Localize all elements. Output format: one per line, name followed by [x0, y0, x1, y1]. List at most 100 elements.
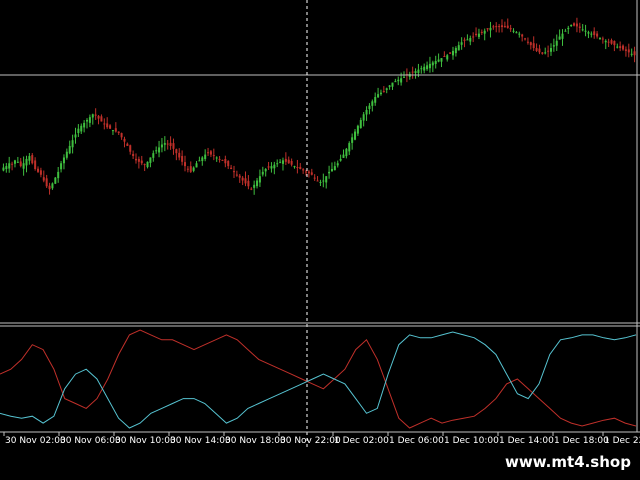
candle-body: [11, 163, 14, 165]
candle-body: [598, 37, 601, 39]
candle-body: [500, 25, 504, 28]
time-axis-label: 1 Dec 14:00: [499, 436, 554, 446]
candle-body: [330, 169, 333, 172]
candle-body: [391, 82, 394, 87]
candle-body: [186, 168, 189, 170]
candle-body: [454, 48, 457, 54]
candle-body: [403, 76, 406, 78]
indicator-panel: [0, 329, 637, 429]
candle-body: [382, 91, 385, 93]
candle-body: [374, 97, 377, 103]
price-panel: [2, 17, 636, 195]
candle-body: [178, 152, 181, 158]
candle-body: [209, 151, 212, 155]
candle-body: [319, 181, 322, 183]
candle-body: [152, 153, 155, 158]
candle-body: [232, 171, 235, 173]
candle-body: [498, 26, 501, 28]
candle-body: [68, 145, 71, 154]
candle-body: [62, 157, 65, 164]
candle-body: [489, 27, 492, 31]
time-axis-label: 30 Nov 06:00: [60, 436, 121, 446]
candle-body: [117, 131, 120, 133]
time-axis-label: 30 Nov 18:00: [225, 436, 286, 446]
candle-body: [51, 183, 54, 189]
candle-body: [74, 134, 77, 138]
candle-body: [129, 145, 132, 152]
candle-body: [5, 166, 8, 170]
candle-body: [440, 58, 443, 62]
candle-body: [567, 27, 570, 30]
candle-body: [607, 41, 610, 43]
candle-body: [423, 66, 426, 71]
candle-body: [281, 160, 284, 164]
candle-body: [114, 128, 117, 132]
candle-body: [613, 40, 616, 46]
candle-body: [250, 188, 253, 190]
candle-body: [230, 167, 233, 169]
candle-body: [183, 162, 187, 167]
candle-body: [83, 122, 86, 128]
candle-body: [463, 39, 466, 41]
candle-body: [267, 166, 270, 168]
candle-body: [538, 48, 541, 53]
candle-body: [19, 161, 22, 167]
candle-body: [305, 171, 308, 173]
candle-body: [394, 81, 397, 83]
candle-body: [195, 163, 198, 168]
candle-body: [163, 143, 166, 145]
candle-body: [561, 33, 564, 39]
candle-body: [140, 160, 143, 164]
indicator-line-2: [0, 331, 637, 429]
candle-body: [137, 158, 140, 162]
chart-canvas[interactable]: 30 Nov 02:0030 Nov 06:0030 Nov 10:0030 N…: [0, 0, 640, 480]
candle-body: [555, 40, 558, 46]
candle-body: [573, 23, 576, 26]
candle-body: [495, 26, 498, 28]
candle-body: [276, 163, 279, 165]
time-axis-label: 1 Dec 06:00: [389, 436, 444, 446]
watermark: www.mt4.shop: [500, 446, 636, 478]
candle-body: [253, 184, 256, 188]
candle-body: [34, 160, 37, 169]
candle-body: [97, 115, 100, 119]
candle-body: [123, 138, 126, 142]
candle-body: [175, 149, 178, 154]
candle-body: [604, 40, 607, 43]
candle-body: [132, 153, 135, 157]
candle-body: [385, 88, 388, 90]
candle-body: [16, 161, 19, 163]
candle-body: [224, 158, 227, 164]
candle-body: [420, 68, 423, 70]
time-axis-label: 30 Nov 10:00: [115, 436, 176, 446]
candle-body: [57, 171, 60, 179]
candle-body: [106, 123, 109, 128]
candle-body: [356, 125, 359, 134]
candle-body: [451, 50, 455, 56]
candle-body: [622, 45, 625, 50]
candle-body: [149, 157, 152, 163]
candle-body: [431, 62, 434, 66]
candle-body: [472, 36, 475, 38]
time-axis-label: 1 Dec 02:00: [334, 436, 389, 446]
candle-body: [172, 143, 175, 149]
candle-body: [22, 163, 25, 169]
candle-body: [310, 172, 313, 175]
candle-body: [541, 52, 544, 54]
candle-body: [549, 48, 552, 52]
candle-body: [207, 152, 210, 154]
candle-body: [581, 29, 584, 31]
candle-body: [158, 147, 161, 153]
candle-body: [316, 180, 319, 182]
candle-body: [524, 38, 527, 40]
candle-body: [235, 174, 238, 176]
candle-body: [103, 123, 106, 125]
candle-body: [575, 23, 578, 27]
candle-body: [359, 120, 362, 129]
candle-body: [270, 166, 273, 169]
candle-body: [477, 33, 480, 37]
candle-body: [166, 143, 169, 145]
candle-body: [247, 180, 250, 187]
candle-body: [302, 169, 305, 171]
candle-body: [584, 30, 587, 32]
